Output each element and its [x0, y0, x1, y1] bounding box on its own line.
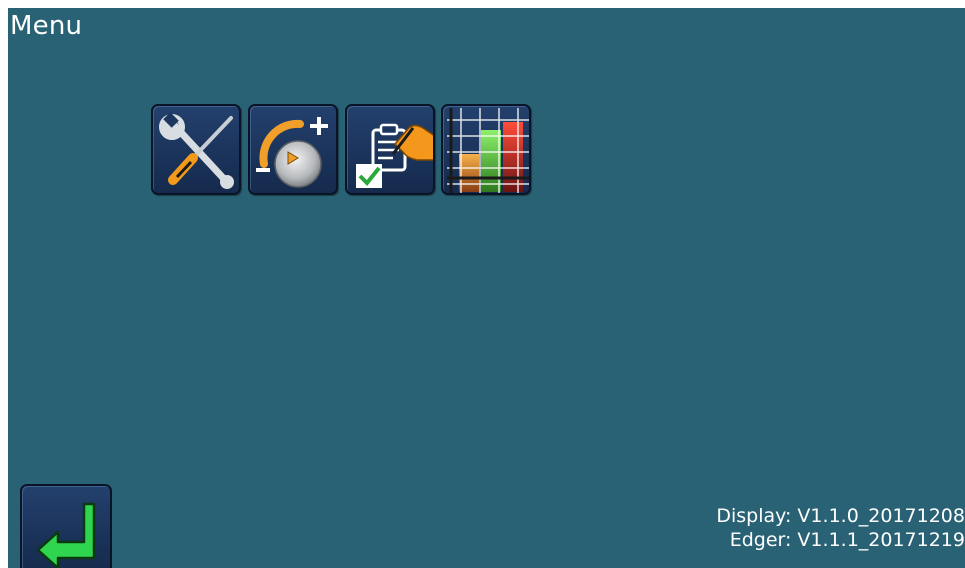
- version-info: Display: V1.1.0_20171208 Edger: V1.1.1_2…: [716, 504, 965, 552]
- display-version: Display: V1.1.0_20171208: [716, 505, 965, 527]
- enter-return-arrow-icon: [36, 502, 96, 568]
- menu-screen: Menu Display: V1.1.0_20171208 Edger: V1.…: [8, 8, 965, 568]
- edger-version: Edger: V1.1.1_20171219: [729, 529, 965, 551]
- adjust-button[interactable]: [248, 104, 338, 195]
- statistics-button[interactable]: [441, 104, 531, 195]
- wrench-screwdriver-icon: [159, 112, 234, 189]
- bar-chart-icon: [447, 108, 529, 193]
- adjust-dial-icon: [256, 117, 328, 188]
- clipboard-checklist-icon: [356, 123, 433, 188]
- page-title: Menu: [10, 11, 83, 41]
- checklist-button[interactable]: [345, 104, 435, 195]
- tools-settings-button[interactable]: [151, 104, 241, 195]
- back-button[interactable]: [20, 484, 112, 568]
